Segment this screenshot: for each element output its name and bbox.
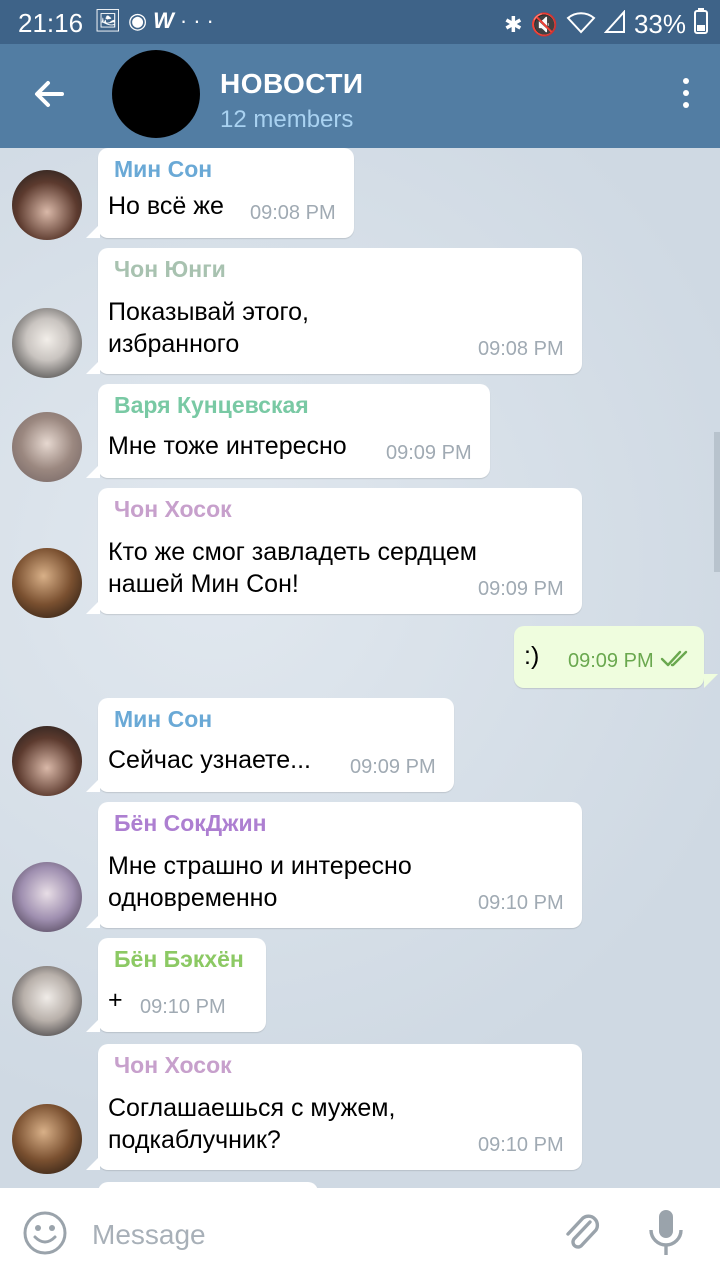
message-time: 09:08 PM xyxy=(250,202,336,224)
member-count[interactable]: 12 members xyxy=(220,106,353,134)
message-bubble[interactable]: Мин Сон Сейчас узнаете... 09:09 PM xyxy=(86,698,454,792)
mute-icon: 🔇 xyxy=(530,11,558,37)
avatar-hoseok[interactable] xyxy=(12,548,82,618)
message-bubble[interactable]: Чон Юнги Показывай этого, избранного 09:… xyxy=(86,248,582,374)
message-list[interactable]: Мин Сон Но всё же 09:08 PM Чон Юнги Пока… xyxy=(0,148,720,1188)
message-bubble[interactable]: Бён СокДжин Мне страшно и интересно одно… xyxy=(86,802,582,928)
bluetooth-icon: ✱ xyxy=(504,11,523,37)
message-time: 09:09 PM xyxy=(386,442,472,464)
message-time: 09:10 PM xyxy=(478,1134,564,1156)
chat-header: НОВОСТИ 12 members xyxy=(0,44,720,148)
avatar-baekhyun[interactable] xyxy=(12,966,82,1036)
message-sender: Чон Хосок xyxy=(114,496,232,522)
mic-icon[interactable] xyxy=(646,1208,686,1258)
notification-icons: 🖼◉W··· xyxy=(94,8,220,34)
message-bubble[interactable]: Чон Хосок Кто же смог завладеть сердцем … xyxy=(86,488,582,614)
scrollbar[interactable] xyxy=(714,432,720,572)
image-icon: 🖼 xyxy=(94,8,128,33)
message-text: + xyxy=(108,986,123,1014)
outgoing-message-bubble[interactable]: :) 09:09 PM xyxy=(514,626,718,688)
avatar-min-son[interactable] xyxy=(12,170,82,240)
more-icon: ··· xyxy=(179,8,220,33)
message-sender: Чон Хосок xyxy=(114,1052,232,1078)
message-bubble[interactable]: Мин Сон Но всё же 09:08 PM xyxy=(86,148,354,238)
message-sender: Бён СокДжин xyxy=(114,810,267,836)
status-time: 21:16 xyxy=(18,8,84,38)
message-bubble[interactable]: Варя Кунцевская Мне тоже интересно 09:09… xyxy=(86,384,490,478)
message-sender: Чон Юнги xyxy=(114,256,226,282)
attach-icon[interactable] xyxy=(560,1212,604,1256)
message-time: 09:09 PM xyxy=(350,756,436,778)
message-text: Соглашаешься с мужем, подкаблучник? xyxy=(108,1094,396,1154)
message-text: :) xyxy=(524,642,540,670)
message-time: 09:10 PM xyxy=(478,892,564,914)
chat-title[interactable]: НОВОСТИ xyxy=(220,68,364,100)
message-time: 09:10 PM xyxy=(140,996,226,1018)
group-avatar[interactable] xyxy=(112,50,200,138)
w-icon: W xyxy=(153,8,180,33)
message-text: Показывай этого, избранного xyxy=(108,298,309,358)
wifi-icon xyxy=(566,10,596,40)
message-text: Мне тоже интересно xyxy=(108,432,347,460)
avatar-seokjin[interactable] xyxy=(12,862,82,932)
message-composer xyxy=(0,1188,720,1280)
battery-percent: 33% xyxy=(633,9,686,39)
message-bubble[interactable]: Чон Хосок Соглашаешься с мужем, подкаблу… xyxy=(86,1044,582,1170)
emoji-icon[interactable] xyxy=(22,1210,68,1256)
status-bar: 21:16 🖼◉W··· ✱ 🔇 33% xyxy=(0,0,720,44)
message-time: 09:09 PM xyxy=(478,578,564,600)
message-sender: Бён Бэкхён xyxy=(114,946,244,972)
more-vert-icon[interactable] xyxy=(676,78,696,114)
message-text: Мне страшно и интересно одновременно xyxy=(108,852,412,912)
signal-icon xyxy=(603,8,626,40)
message-text: Но всё же xyxy=(108,192,224,220)
message-text: Кто же смог завладеть сердцем нашей Мин … xyxy=(108,538,477,598)
back-arrow-icon[interactable] xyxy=(28,72,72,116)
message-time: 09:09 PM xyxy=(568,650,654,672)
message-sender: Мин Сон xyxy=(114,706,213,732)
status-right: ✱ 🔇 33% xyxy=(504,8,708,41)
battery-icon xyxy=(694,8,708,41)
message-time: 09:08 PM xyxy=(478,338,564,360)
message-sender: Варя Кунцевская xyxy=(114,392,309,418)
message-bubble[interactable]: Бён Бэкхён + 09:10 PM xyxy=(86,938,266,1032)
avatar-yoongi[interactable] xyxy=(12,308,82,378)
avatar-hoseok[interactable] xyxy=(12,1104,82,1174)
message-text: Сейчас узнаете... xyxy=(108,746,311,774)
message-sender: Мин Сон xyxy=(114,156,213,182)
bolt-icon: ◉ xyxy=(127,8,154,33)
message-input[interactable] xyxy=(90,1206,534,1264)
avatar-varya[interactable] xyxy=(12,412,82,482)
double-check-icon xyxy=(660,646,692,675)
avatar-min-son[interactable] xyxy=(12,726,82,796)
